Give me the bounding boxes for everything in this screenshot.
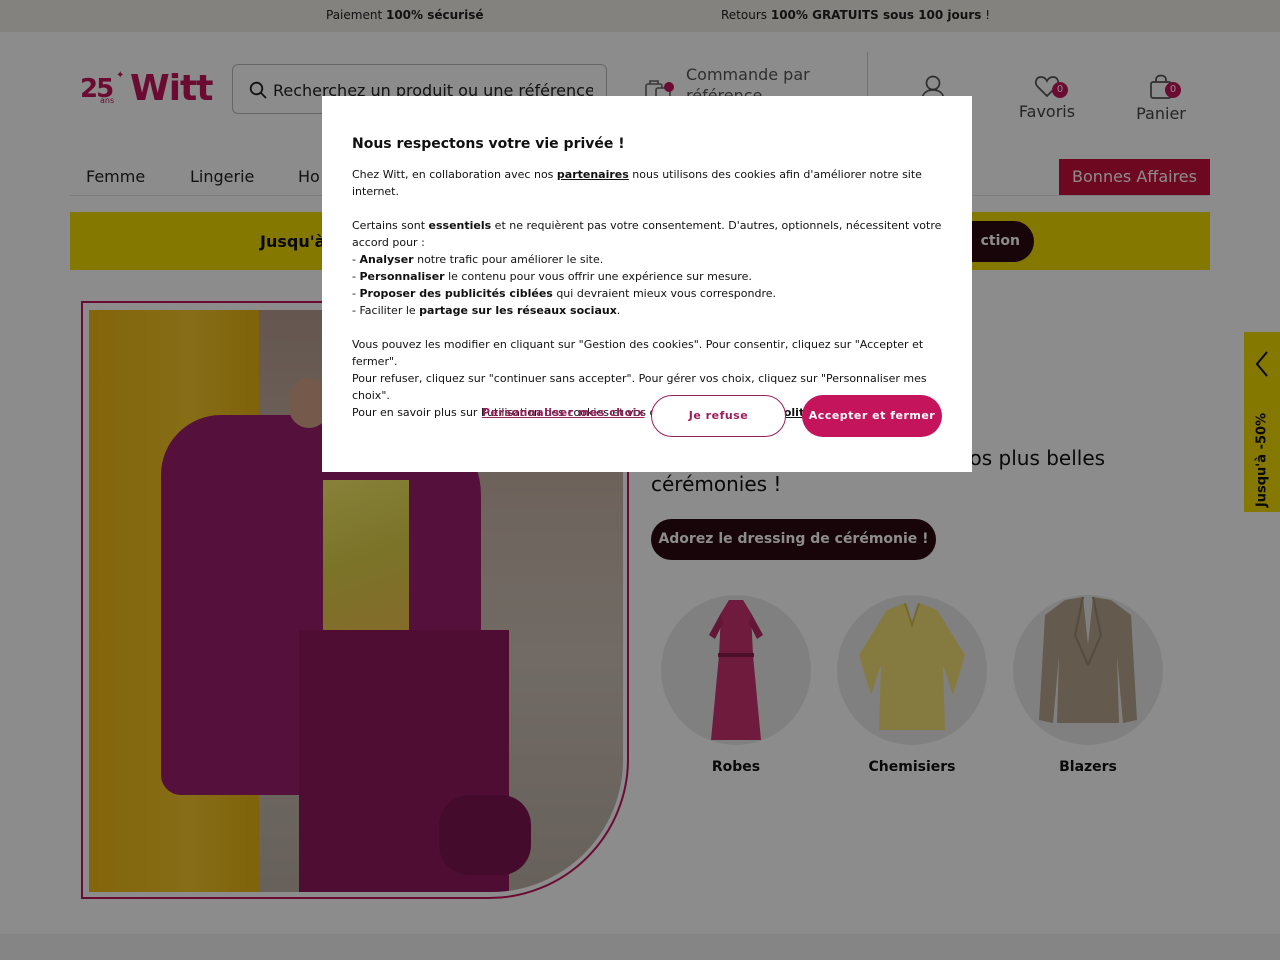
- cookie-bullet-1: - Analyser notre trafic pour améliorer l…: [352, 253, 604, 266]
- cookie-bullet-3: - Proposer des publicités ciblées qui de…: [352, 287, 777, 300]
- personalize-choices-link[interactable]: Personnaliser mes choix: [482, 406, 645, 419]
- bullet-4-bold: partage sur les réseaux sociaux: [419, 304, 617, 317]
- bullet-1-text: notre trafic pour améliorer le site.: [413, 253, 604, 266]
- cookie-dialog-title: Nous respectons votre vie privée !: [352, 136, 625, 152]
- bullet-4-after: .: [616, 304, 621, 317]
- bullet-2-text: le contenu pour vous offrir une expérien…: [444, 270, 752, 283]
- cookie-intro: Chez Witt, en collaboration avec nos par…: [352, 166, 944, 200]
- cookie-instructions-1: Vous pouvez les modifier en cliquant sur…: [352, 338, 924, 368]
- bullet-2-bold: Personnaliser: [359, 270, 445, 283]
- cookie-essentials-before: Certains sont: [352, 219, 429, 232]
- cookie-bullet-4: - Faciliter le partage sur les réseaux s…: [352, 304, 621, 317]
- bullet-3-bold: Proposer des publicités ciblées: [359, 287, 553, 300]
- bullet-3-text: qui devraient mieux vous correspondre.: [552, 287, 777, 300]
- cookie-essentials-bold: essentiels: [428, 219, 492, 232]
- cookie-intro-before: Chez Witt, en collaboration avec nos: [352, 168, 557, 181]
- accept-and-close-button[interactable]: Accepter et fermer: [802, 395, 942, 437]
- refuse-button[interactable]: Je refuse: [651, 395, 786, 437]
- bullet-1-bold: Analyser: [359, 253, 414, 266]
- cookie-dialog-body: Chez Witt, en collaboration avec nos par…: [352, 166, 944, 421]
- cookie-essentials: Certains sont essentiels et ne requièren…: [352, 217, 944, 251]
- cookie-consent-dialog: Nous respectons votre vie privée ! Chez …: [322, 96, 972, 472]
- bullet-4-before: Faciliter le: [359, 304, 420, 317]
- cookie-bullet-2: - Personnaliser le contenu pour vous off…: [352, 270, 752, 283]
- partners-link[interactable]: partenaires: [557, 168, 629, 181]
